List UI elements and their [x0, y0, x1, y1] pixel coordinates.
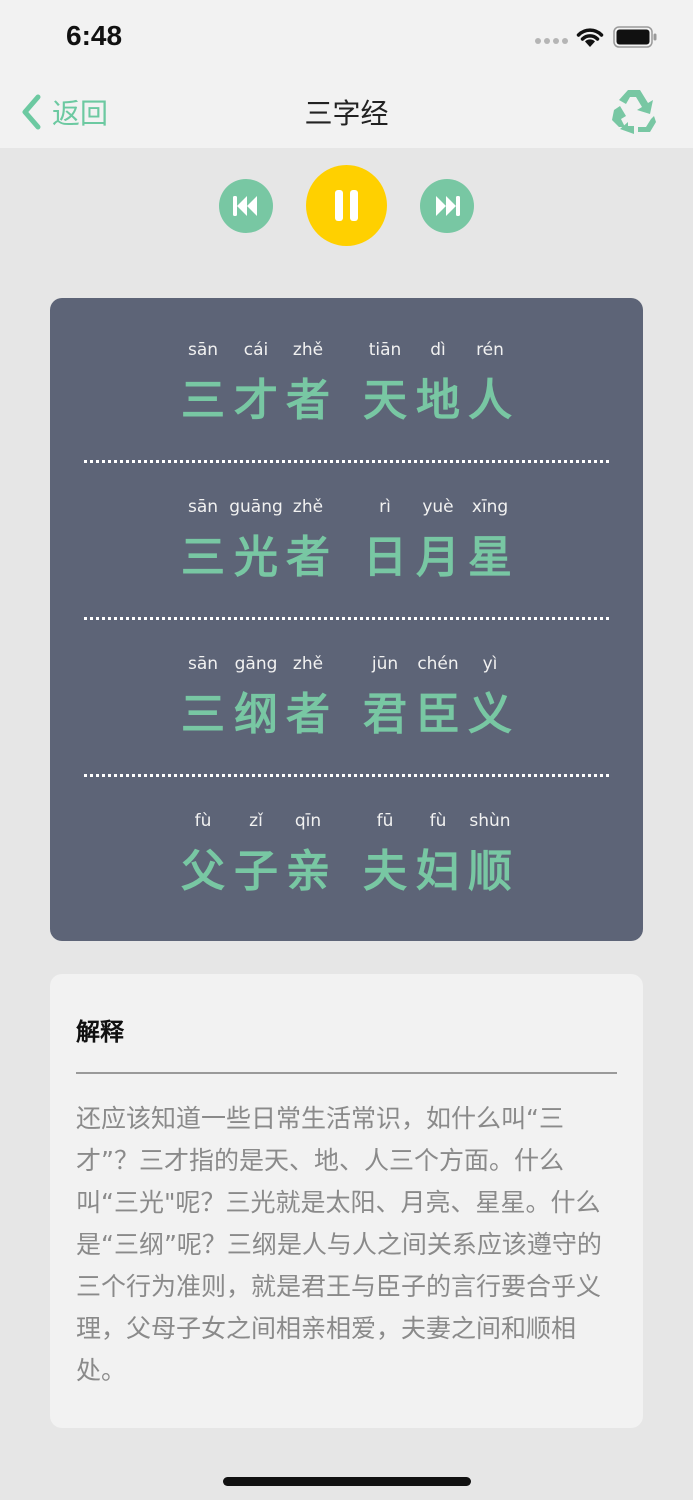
hanzi-character: 顺 [468, 846, 512, 897]
nav-bar: 三字经 返回 [0, 74, 693, 148]
pause-icon [335, 190, 358, 221]
battery-icon [613, 26, 657, 48]
hanzi-character: 者 [286, 689, 330, 740]
verse-divider [84, 460, 609, 463]
hanzi-character: 子 [234, 846, 278, 897]
chevron-left-icon [22, 94, 41, 130]
hanzi-character: 妇 [416, 846, 460, 897]
pinyin-label: yì [482, 654, 498, 674]
hanzi-character: 光 [234, 532, 278, 583]
explanation-title: 解释 [76, 1018, 124, 1046]
hanzi-character: 地 [416, 375, 460, 426]
previous-button[interactable] [219, 179, 273, 233]
hanzi-character: 月 [416, 532, 460, 583]
hanzi-character: 者 [286, 375, 330, 426]
pinyin-label: rén [476, 340, 504, 360]
verse-line: sān 三 guāng 光 zhě 者 rì 日 yuè 月 xīng 星 [50, 497, 643, 597]
status-time: 6:48 [66, 20, 123, 51]
back-button[interactable]: 返回 [18, 92, 108, 132]
verse-divider [84, 617, 609, 620]
home-indicator[interactable] [223, 1477, 471, 1486]
verse-line: sān 三 cái 才 zhě 者 tiān 天 dì 地 rén 人 [50, 340, 643, 440]
pause-button[interactable] [306, 165, 387, 246]
verse-line: fù 父 zǐ 子 qīn 亲 fū 夫 fù 妇 shùn 顺 [50, 811, 643, 911]
verse-card: sān 三 cái 才 zhě 者 tiān 天 dì 地 rén 人 sān 三 guāng 光 zhě 者 rì… [50, 298, 643, 941]
explanation-card: 解释 还应该知道一些日常生活常识，如什么叫“三才”？三才指的是天、地、人三个方面… [50, 974, 643, 1428]
hanzi-character: 臣 [416, 689, 460, 740]
recycle-icon[interactable] [608, 86, 660, 136]
pinyin-label: zhě [292, 340, 324, 360]
hanzi-character: 日 [363, 532, 407, 583]
pinyin-label: zhě [292, 497, 324, 517]
hanzi-character: 三 [181, 532, 225, 583]
pinyin-label: zhě [292, 654, 324, 674]
hanzi-character: 三 [181, 689, 225, 740]
hanzi-character: 君 [363, 689, 407, 740]
cellular-signal-icon [535, 38, 568, 44]
hanzi-character: 人 [468, 375, 512, 426]
pinyin-label: qīn [294, 811, 322, 831]
explanation-text: 还应该知道一些日常生活常识，如什么叫“三才”？三才指的是天、地、人三个方面。什么… [76, 1104, 602, 1385]
hanzi-character: 纲 [234, 689, 278, 740]
next-button[interactable] [420, 179, 474, 233]
pinyin-label: xīng [471, 497, 509, 517]
wifi-icon [576, 28, 604, 47]
hanzi-character: 夫 [363, 846, 407, 897]
hanzi-character: 天 [363, 375, 407, 426]
playback-controls [0, 165, 693, 247]
fast-forward-icon [436, 196, 460, 216]
hanzi-character: 亲 [286, 846, 330, 897]
hanzi-character: 义 [468, 689, 512, 740]
hanzi-character: 星 [468, 532, 512, 583]
verse-line: sān 三 gāng 纲 zhě 者 jūn 君 chén 臣 yì 义 [50, 654, 643, 754]
back-label: 返回 [52, 97, 109, 130]
status-bar: 6:48 [0, 0, 693, 74]
hanzi-character: 父 [181, 846, 225, 897]
hanzi-character: 者 [286, 532, 330, 583]
hanzi-character: 三 [181, 375, 225, 426]
hanzi-character: 才 [234, 375, 278, 426]
pinyin-label: shùn [469, 811, 511, 831]
rewind-icon [233, 196, 257, 216]
explanation-divider [76, 1072, 617, 1074]
verse-divider [84, 774, 609, 777]
